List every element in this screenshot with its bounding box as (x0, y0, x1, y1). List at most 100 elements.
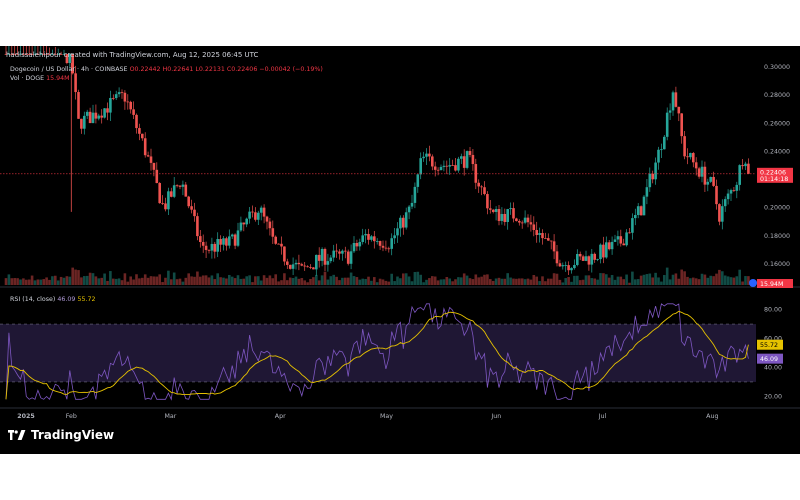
candle-body (671, 92, 675, 111)
candle-body (547, 238, 550, 241)
candle-body (407, 206, 411, 213)
candle-body (393, 235, 396, 239)
candle-body (146, 155, 150, 157)
volume-bar (332, 274, 335, 285)
candle-body (381, 245, 385, 248)
chart-svg[interactable]: 0.300000.280000.260000.240000.220000.200… (0, 46, 800, 454)
volume-bar (735, 276, 739, 285)
volume-bar (315, 274, 318, 285)
volume-bar (581, 279, 585, 285)
candle-body (457, 158, 460, 171)
candle-body (300, 264, 304, 266)
time-tick-label: 2025 (17, 413, 35, 420)
volume-bar (242, 278, 246, 285)
candle-body (628, 232, 631, 234)
rsi-readout: 46.09 (57, 296, 76, 303)
candle-body (404, 212, 408, 228)
candle-body (497, 208, 501, 221)
volume-bar (158, 274, 161, 285)
volume-bar (245, 276, 248, 285)
volume-bar (576, 275, 579, 285)
candle-body (143, 138, 147, 156)
volume-bar (288, 277, 292, 285)
volume-bar (132, 279, 135, 285)
volume-title[interactable]: Vol · DOGE (10, 75, 44, 82)
candle-body (535, 230, 538, 235)
candle-body (164, 203, 167, 210)
time-tick-label: Aug (706, 413, 718, 420)
volume-bar (367, 276, 370, 285)
volume-bar (680, 269, 683, 285)
symbol-title[interactable]: Dogecoin / US Dollar · 4h · COINBASE (10, 66, 128, 73)
candle-body (474, 164, 478, 183)
candle-body (561, 265, 565, 267)
candle-body (390, 238, 393, 249)
volume-bar (709, 275, 712, 285)
candle-body (259, 207, 263, 213)
volume-bar (471, 279, 475, 285)
volume-bar (686, 276, 689, 285)
volume-bar (416, 271, 420, 285)
candle-body (518, 221, 521, 223)
candle-body (117, 92, 121, 95)
candle-body (660, 149, 663, 151)
candle-body (489, 208, 492, 210)
candle-body (610, 241, 614, 250)
chart-frame: 0.300000.280000.260000.240000.220000.200… (0, 46, 800, 454)
volume-bar (51, 276, 54, 285)
candle-body (715, 185, 718, 205)
candle-body (181, 184, 185, 187)
volume-bar (544, 281, 547, 285)
volume-bar (13, 278, 16, 285)
price-tick-label: 0.28000 (764, 92, 790, 99)
candle-body (338, 251, 341, 254)
candle-body (605, 242, 608, 258)
volume-bar (674, 273, 678, 285)
volume-bar (555, 273, 559, 285)
candle-body (674, 92, 678, 107)
volume-bar (712, 276, 715, 285)
candle-body (442, 165, 446, 167)
candle-body (636, 206, 640, 216)
candle-body (323, 248, 327, 265)
volume-bar (677, 278, 681, 285)
rsi-tick-label: 40.00 (764, 364, 782, 371)
candle-body (219, 239, 222, 245)
volume-bar (56, 280, 60, 285)
symbol-header: Dogecoin / US Dollar · 4h · COINBASE O0.… (10, 66, 323, 73)
rsi-band (0, 324, 756, 382)
volume-bar (645, 274, 649, 285)
volume-bar (4, 278, 8, 285)
volume-bar (483, 274, 486, 285)
volume-bar (607, 277, 611, 285)
candle-body (187, 196, 190, 207)
candle-body (642, 196, 646, 216)
time-tick-label: May (380, 413, 393, 420)
candle-body (651, 173, 654, 180)
volume-bar (491, 280, 495, 285)
volume-bar (338, 280, 341, 285)
volume-bar (161, 282, 164, 285)
candle-body (396, 228, 399, 236)
volume-bar (181, 281, 185, 285)
volume-bar (329, 276, 333, 285)
candle-body (436, 169, 440, 171)
volume-bar (193, 276, 196, 285)
volume-bar (274, 274, 277, 285)
tradingview-logo[interactable]: TradingView (8, 428, 114, 442)
volume-bar (207, 277, 211, 285)
candle-body (291, 264, 295, 269)
rsi-title[interactable]: RSI (14, close) (10, 296, 55, 303)
volume-bar (631, 271, 634, 285)
candle-body (138, 128, 141, 134)
candle-body (317, 254, 321, 261)
volume-bar (532, 275, 536, 285)
candle-body (204, 245, 208, 250)
volume-bar (552, 273, 556, 285)
volume-bar (257, 276, 260, 285)
candle-body (120, 92, 124, 93)
volume-bar (489, 279, 492, 285)
candle-body (480, 186, 483, 188)
candle-body (503, 213, 507, 222)
volume-bar (590, 278, 594, 285)
